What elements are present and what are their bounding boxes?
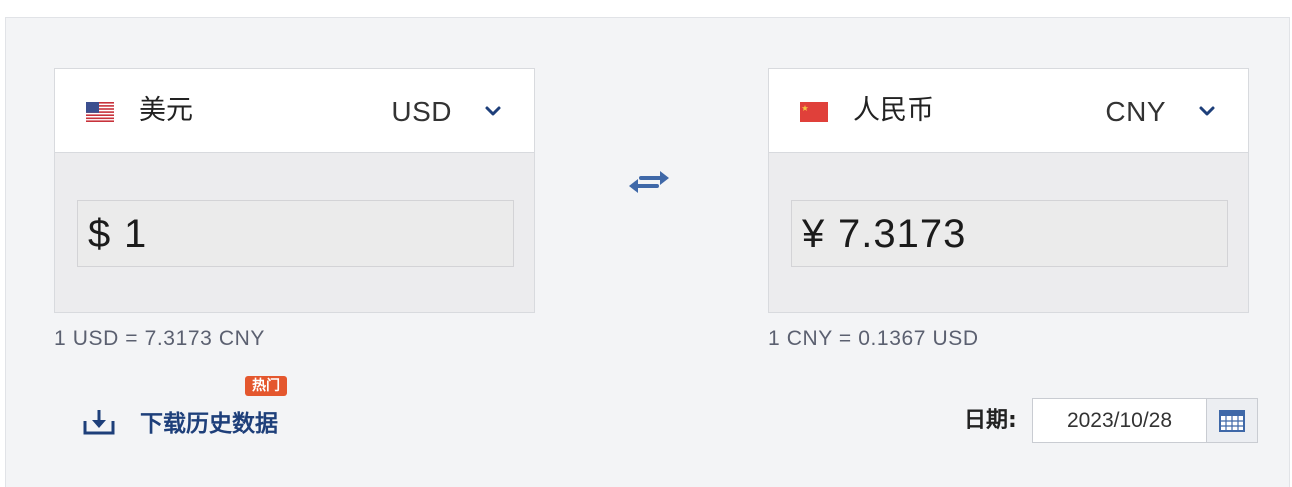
us-flag-icon bbox=[86, 102, 114, 122]
chevron-down-icon[interactable] bbox=[484, 102, 502, 120]
from-currency-symbol: $ bbox=[88, 212, 111, 256]
to-rate-text: 1 CNY = 0.1367 USD bbox=[768, 327, 979, 350]
from-currency-code: USD bbox=[391, 96, 452, 127]
date-label: 日期: bbox=[964, 408, 1017, 433]
cn-flag-icon bbox=[800, 102, 828, 122]
to-currency-symbol: ¥ bbox=[802, 212, 825, 256]
download-history-link[interactable]: 下载历史数据 bbox=[82, 405, 312, 443]
swap-button[interactable] bbox=[627, 164, 671, 200]
from-amount-input[interactable]: $ 1 bbox=[77, 200, 514, 267]
from-currency-panel: 美元 USD $ 1 bbox=[54, 68, 535, 313]
to-currency-selector[interactable]: 人民币 CNY bbox=[769, 69, 1248, 153]
chevron-down-icon[interactable] bbox=[1198, 102, 1216, 120]
to-currency-panel: 人民币 CNY ¥ 7.3173 bbox=[768, 68, 1249, 313]
swap-arrows-icon bbox=[629, 171, 669, 193]
from-rate-text: 1 USD = 7.3173 CNY bbox=[54, 327, 265, 350]
to-currency-name: 人民币 bbox=[853, 95, 934, 126]
hot-badge: 热门 bbox=[245, 376, 287, 396]
calendar-button[interactable] bbox=[1206, 398, 1258, 443]
download-icon bbox=[82, 407, 116, 437]
download-history-label: 下载历史数据 bbox=[140, 411, 278, 437]
from-currency-name: 美元 bbox=[139, 95, 193, 126]
to-currency-code: CNY bbox=[1105, 96, 1166, 127]
to-amount-input[interactable]: ¥ 7.3173 bbox=[791, 200, 1228, 267]
date-input[interactable]: 2023/10/28 bbox=[1032, 398, 1207, 443]
to-amount-value: 7.3173 bbox=[838, 212, 967, 256]
from-amount-value: 1 bbox=[124, 212, 148, 256]
calendar-icon bbox=[1219, 410, 1245, 432]
from-currency-selector[interactable]: 美元 USD bbox=[55, 69, 534, 153]
